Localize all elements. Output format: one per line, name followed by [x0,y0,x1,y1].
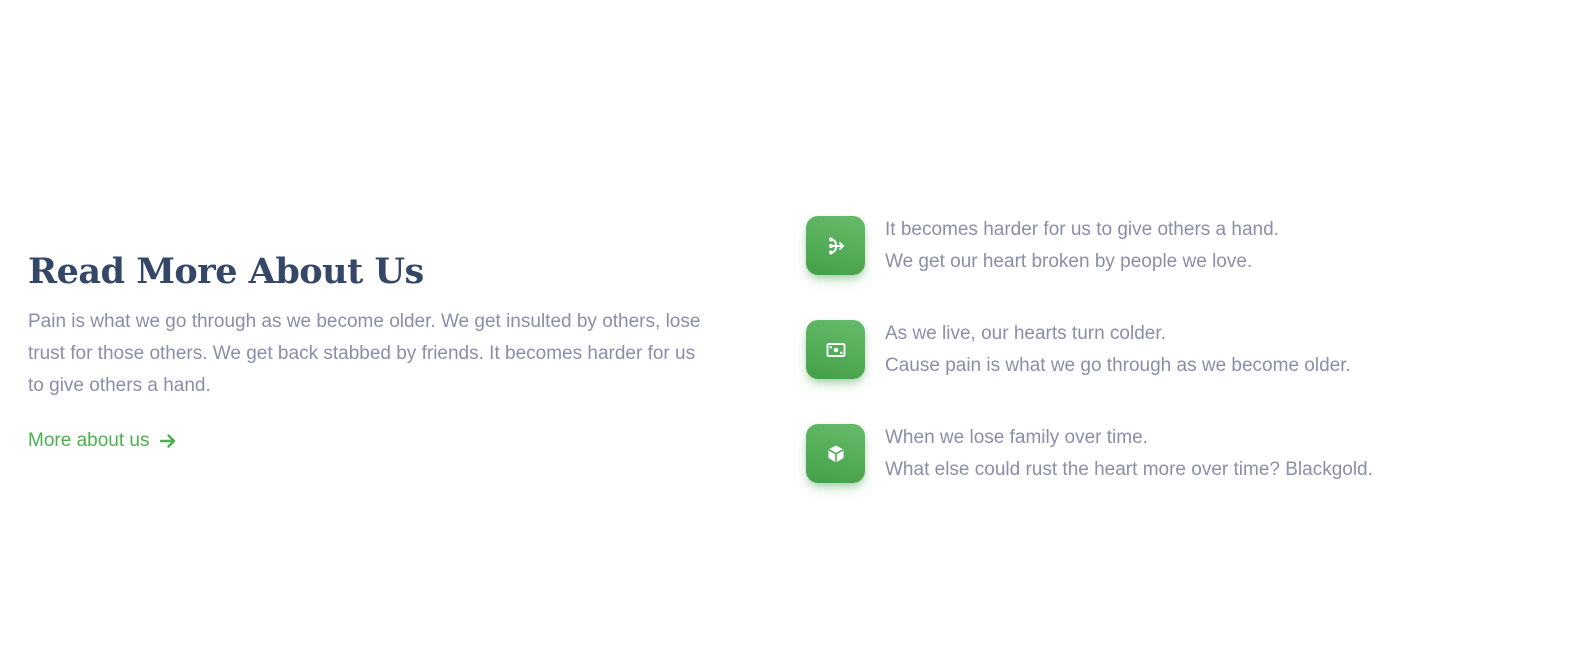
section-title: Read More About Us [28,251,424,292]
about-intro: Read More About Us Pain is what we go th… [28,248,718,454]
feature-line-2: What else could rust the heart more over… [885,459,1373,480]
feature-item: When we lose family over time. What else… [806,424,1546,484]
feature-item: As we live, our hearts turn colder. Caus… [806,320,1546,380]
more-about-us-link[interactable]: More about us [28,428,177,454]
feature-icon-box [806,320,865,379]
feature-icon-box [806,216,865,275]
feature-line-1: As we live, our hearts turn colder. [885,323,1166,344]
more-about-us-label: More about us [28,430,150,451]
cube-icon [827,445,844,462]
arrow-right-icon [159,432,177,450]
payments-icon [826,342,845,357]
feature-line-1: When we lose family over time. [885,427,1148,448]
feature-icon-box [806,424,865,483]
feature-text: As we live, our hearts turn colder. Caus… [885,318,1351,382]
feature-line-2: Cause pain is what we go through as we b… [885,355,1351,376]
about-section: Read More About Us Pain is what we go th… [0,0,1582,662]
section-description: Pain is what we go through as we become … [28,311,701,396]
feature-line-2: We get our heart broken by people we lov… [885,251,1253,272]
feature-item: It becomes harder for us to give others … [806,216,1546,276]
feature-list: It becomes harder for us to give others … [806,216,1546,528]
feature-text: It becomes harder for us to give others … [885,214,1279,278]
feature-text: When we lose family over time. What else… [885,422,1373,486]
feature-line-1: It becomes harder for us to give others … [885,219,1279,240]
flow-share-icon [828,237,844,254]
